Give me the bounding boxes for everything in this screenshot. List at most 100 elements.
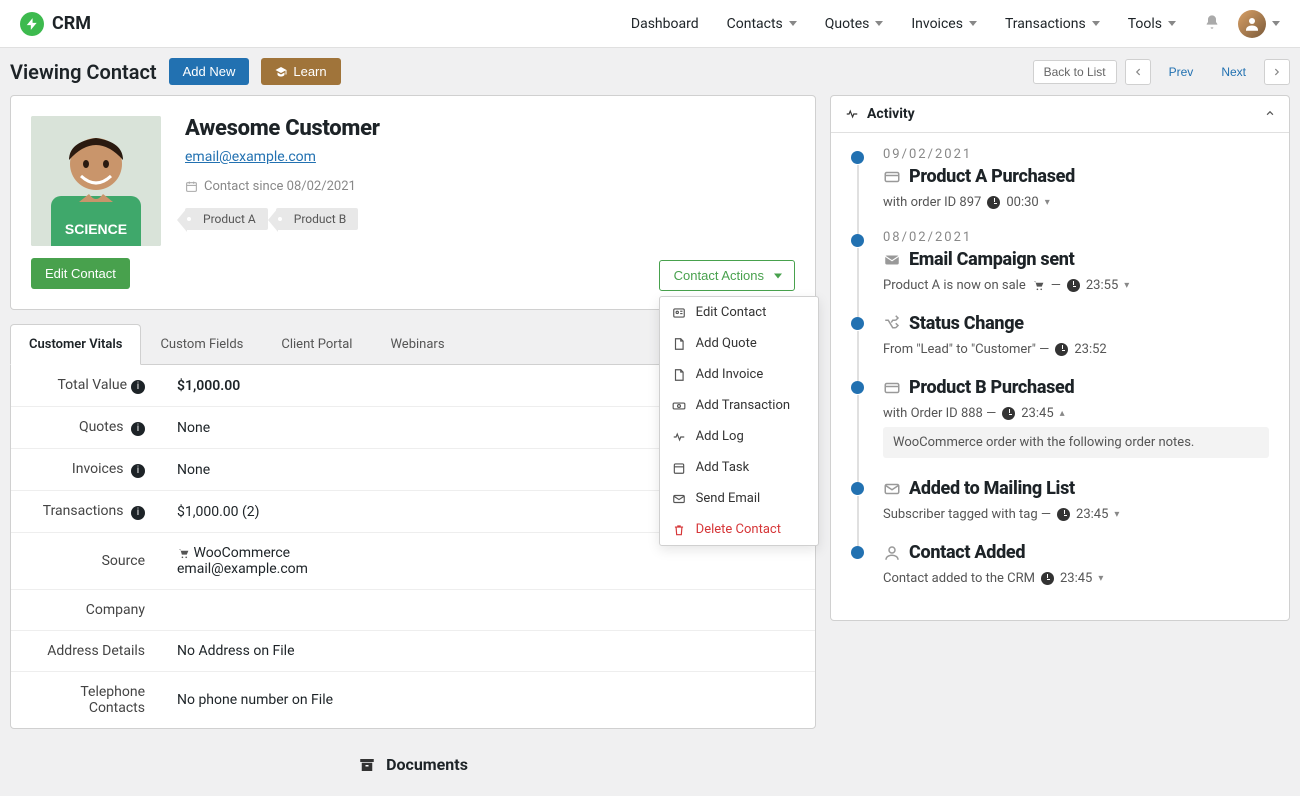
prev-link[interactable]: Prev — [1159, 61, 1204, 83]
next-link[interactable]: Next — [1211, 61, 1256, 83]
user-menu[interactable] — [1238, 10, 1280, 38]
info-icon[interactable]: i — [131, 464, 145, 478]
activity-timeline: 09/02/2021 Product A Purchased with orde… — [831, 133, 1289, 620]
main-layout: SCIENCE Edit Contact Awesome Customer em… — [0, 95, 1300, 796]
next-arrow-button[interactable] — [1264, 59, 1290, 85]
contact-actions-dropdown: Edit Contact Add Quote Add Invoice Add T… — [659, 296, 819, 546]
file-icon — [672, 337, 686, 351]
caret-down-icon[interactable]: ▾ — [1124, 280, 1129, 291]
heartbeat-icon — [845, 107, 859, 121]
vitals-value: No phone number on File — [161, 672, 815, 729]
contact-card: SCIENCE Edit Contact Awesome Customer em… — [10, 95, 816, 310]
timeline-desc: From "Lead" to "Customer" — 23:52 — [883, 342, 1269, 357]
timeline-item: Contact Added Contact added to the CRM 2… — [851, 542, 1269, 606]
timeline-dot — [851, 381, 864, 394]
nav-quotes[interactable]: Quotes — [825, 16, 884, 32]
timeline-dot — [851, 234, 864, 247]
vitals-label: Address Details — [11, 631, 161, 672]
credit-card-icon — [883, 379, 901, 397]
brand[interactable]: CRM — [20, 12, 91, 36]
avatar — [1238, 10, 1266, 38]
activity-title: Activity — [867, 106, 915, 122]
action-add-quote[interactable]: Add Quote — [660, 328, 818, 359]
envelope-icon — [883, 251, 901, 269]
table-row: Company — [11, 590, 815, 631]
collapse-toggle[interactable] — [1265, 106, 1275, 122]
envelope-icon — [672, 492, 686, 506]
caret-up-icon[interactable]: ▴ — [1060, 408, 1065, 419]
action-label: Send Email — [696, 491, 761, 506]
caret-down-icon[interactable]: ▾ — [1098, 573, 1103, 584]
timeline-date: 09/02/2021 — [883, 147, 1269, 162]
learn-button[interactable]: Learn — [261, 58, 340, 85]
timeline-desc: Contact added to the CRM 23:45 ▾ — [883, 571, 1269, 586]
timeline-title: Status Change — [883, 313, 1269, 334]
timeline-item: Added to Mailing List Subscriber tagged … — [851, 478, 1269, 542]
info-icon[interactable]: i — [131, 506, 145, 520]
caret-down-icon[interactable]: ▾ — [1114, 509, 1119, 520]
back-to-list-button[interactable]: Back to List — [1033, 60, 1117, 84]
caret-down-icon — [875, 21, 883, 26]
action-add-transaction[interactable]: Add Transaction — [660, 390, 818, 421]
money-icon — [672, 399, 686, 413]
caret-down-icon — [1092, 21, 1100, 26]
nav-tools-label: Tools — [1128, 16, 1162, 32]
timeline-dot — [851, 546, 864, 559]
action-label: Edit Contact — [696, 305, 767, 320]
action-send-email[interactable]: Send Email — [660, 483, 818, 514]
nav-invoices[interactable]: Invoices — [911, 16, 977, 32]
vitals-value: No Address on File — [161, 631, 815, 672]
tab-webinars[interactable]: Webinars — [371, 324, 463, 365]
timeline-note: WooCommerce order with the following ord… — [883, 427, 1269, 458]
vitals-label: Transactions i — [11, 491, 161, 533]
action-edit-contact[interactable]: Edit Contact — [660, 297, 818, 328]
learn-label: Learn — [293, 64, 326, 79]
caret-down-icon[interactable]: ▾ — [1045, 197, 1050, 208]
tag-product-a[interactable]: Product A — [185, 208, 268, 230]
action-label: Add Log — [696, 429, 744, 444]
nav-contacts-label: Contacts — [727, 16, 783, 32]
action-add-task[interactable]: Add Task — [660, 452, 818, 483]
bell-icon[interactable] — [1204, 14, 1220, 34]
tab-client-portal[interactable]: Client Portal — [262, 324, 371, 365]
nav-dashboard[interactable]: Dashboard — [631, 16, 699, 32]
timeline-title: Contact Added — [883, 542, 1269, 563]
timeline-item: 08/02/2021 Email Campaign sent Product A… — [851, 230, 1269, 313]
clock-icon — [1041, 572, 1054, 585]
caret-down-icon — [774, 273, 782, 278]
nav-contacts[interactable]: Contacts — [727, 16, 797, 32]
info-icon[interactable]: i — [131, 380, 145, 394]
clock-icon — [1057, 508, 1070, 521]
caret-down-icon — [1168, 21, 1176, 26]
info-icon[interactable]: i — [131, 422, 145, 436]
edit-contact-button[interactable]: Edit Contact — [31, 258, 130, 289]
tag-product-b[interactable]: Product B — [276, 208, 358, 230]
contact-email-link[interactable]: email@example.com — [185, 149, 316, 165]
topnav-menu: Dashboard Contacts Quotes Invoices Trans… — [631, 10, 1280, 38]
nav-tools[interactable]: Tools — [1128, 16, 1176, 32]
contact-actions-button[interactable]: Contact Actions — [659, 260, 795, 291]
add-new-button[interactable]: Add New — [169, 58, 250, 85]
action-add-log[interactable]: Add Log — [660, 421, 818, 452]
action-add-invoice[interactable]: Add Invoice — [660, 359, 818, 390]
timeline-dot — [851, 482, 864, 495]
topnav-right — [1204, 10, 1280, 38]
contact-since: Contact since 08/02/2021 — [185, 179, 380, 194]
contact-photo: SCIENCE — [31, 116, 161, 246]
timeline-item: Status Change From "Lead" to "Customer" … — [851, 313, 1269, 377]
cart-icon — [1032, 279, 1045, 292]
table-row: Address Details No Address on File — [11, 631, 815, 672]
timeline-date: 08/02/2021 — [883, 230, 1269, 245]
prev-arrow-button[interactable] — [1125, 59, 1151, 85]
timeline-desc: with Order ID 888 — 23:45 ▴ — [883, 406, 1269, 421]
cart-icon — [177, 547, 190, 560]
nav-transactions[interactable]: Transactions — [1005, 16, 1100, 32]
tab-customer-vitals[interactable]: Customer Vitals — [10, 324, 141, 365]
calendar-icon — [185, 180, 198, 193]
nav-quotes-label: Quotes — [825, 16, 870, 32]
tab-custom-fields[interactable]: Custom Fields — [141, 324, 262, 365]
action-delete-contact[interactable]: Delete Contact — [660, 514, 818, 545]
documents-section-header: Documents — [10, 743, 816, 786]
credit-card-icon — [883, 168, 901, 186]
user-icon — [883, 544, 901, 562]
